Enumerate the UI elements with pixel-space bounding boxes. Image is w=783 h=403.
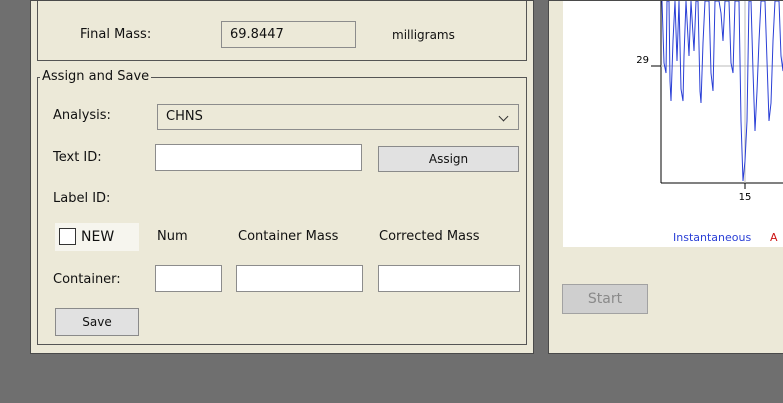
container-label: Container: — [53, 272, 121, 287]
left-panel: Final Mass: 69.8447 milligrams Assign an… — [30, 0, 534, 354]
right-panel: 29 15 C Instantaneous A Start — [548, 0, 783, 354]
chevron-down-icon — [498, 111, 509, 122]
num-header: Num — [157, 229, 188, 244]
save-button[interactable]: Save — [55, 308, 139, 336]
final-mass-group: Final Mass: 69.8447 milligrams — [37, 1, 527, 61]
legend-instantaneous: Instantaneous — [673, 231, 752, 244]
text-id-input[interactable] — [155, 144, 362, 171]
corrected-mass-header: Corrected Mass — [379, 229, 480, 244]
new-label: NEW — [81, 229, 115, 245]
chart-x-tick-label: 15 — [739, 192, 752, 203]
assign-button[interactable]: Assign — [378, 146, 519, 172]
start-button[interactable]: Start — [562, 284, 648, 314]
text-id-label: Text ID: — [53, 150, 102, 165]
label-id-label: Label ID: — [53, 191, 111, 206]
final-mass-unit: milligrams — [392, 28, 455, 42]
container-mass-input[interactable] — [236, 265, 363, 292]
legend-second-series: A — [770, 231, 778, 244]
analysis-value: CHNS — [166, 109, 203, 124]
corrected-mass-input[interactable] — [378, 265, 520, 292]
series-instantaneous — [661, 1, 783, 182]
chart-area: 29 15 C Instantaneous A — [563, 1, 783, 247]
final-mass-label: Final Mass: — [80, 27, 152, 42]
container-mass-header: Container Mass — [238, 229, 339, 244]
num-input[interactable] — [155, 265, 222, 292]
final-mass-field: 69.8447 — [221, 21, 356, 48]
assign-save-legend: Assign and Save — [40, 69, 152, 85]
final-mass-value: 69.8447 — [230, 27, 284, 42]
chart-plot: 29 15 C — [636, 1, 783, 203]
chart-y-tick-label: 29 — [636, 55, 649, 66]
new-checkbox-control[interactable]: NEW — [55, 223, 139, 251]
analysis-select[interactable]: CHNS — [157, 104, 519, 130]
new-checkbox[interactable] — [59, 228, 76, 245]
analysis-label: Analysis: — [53, 108, 111, 123]
